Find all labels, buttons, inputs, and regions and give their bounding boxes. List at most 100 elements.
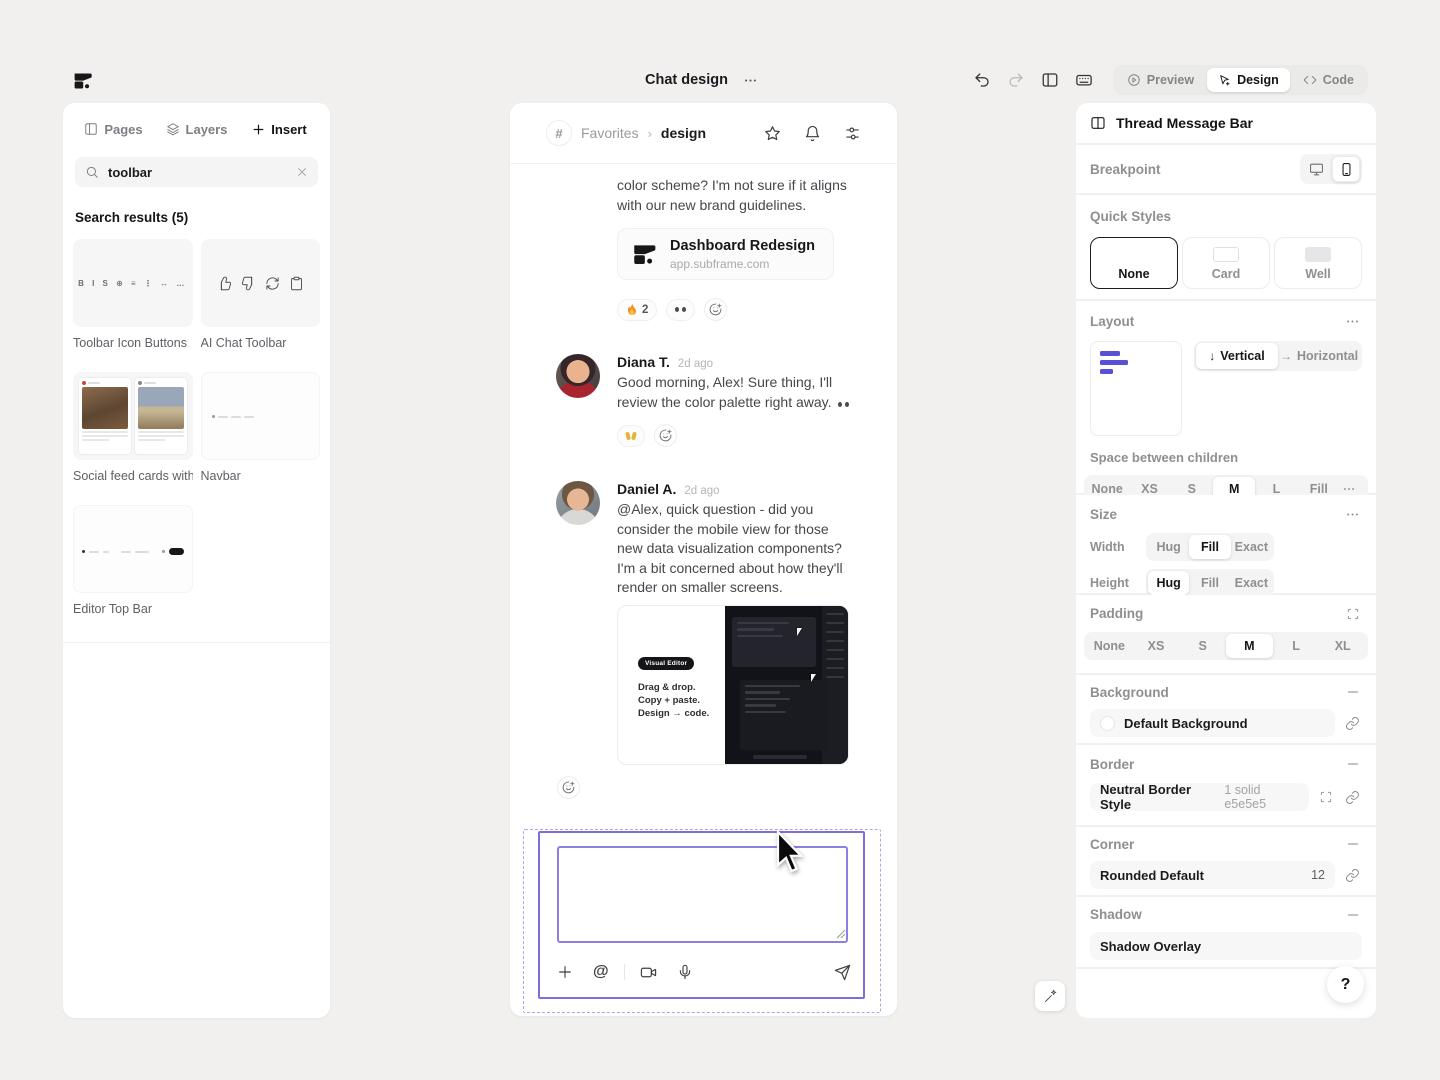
settings-sliders-icon[interactable] bbox=[841, 122, 863, 144]
toggle-left-panel-icon[interactable] bbox=[1037, 67, 1063, 93]
border-value-row[interactable]: Neutral Border Style 1 solid e5e5e5 bbox=[1090, 783, 1309, 811]
background-label: Background bbox=[1090, 685, 1169, 700]
breadcrumb-channel[interactable]: Favorites bbox=[581, 125, 639, 141]
subframe-logo-icon[interactable] bbox=[72, 70, 93, 91]
result-social-feed-cards[interactable]: Social feed cards with... bbox=[73, 372, 193, 483]
padding-option-l[interactable]: L bbox=[1273, 634, 1320, 658]
width-exact[interactable]: Exact bbox=[1231, 535, 1272, 559]
quick-style-well[interactable]: Well bbox=[1274, 237, 1362, 289]
height-exact[interactable]: Exact bbox=[1231, 571, 1272, 595]
search-input[interactable] bbox=[108, 165, 287, 180]
height-hug[interactable]: Hug bbox=[1148, 571, 1189, 595]
image-attachment[interactable]: Visual Editor Drag & drop. Copy + paste.… bbox=[617, 605, 849, 765]
layout-more-icon[interactable] bbox=[1343, 312, 1362, 331]
tab-pages[interactable]: Pages bbox=[72, 122, 155, 137]
message-input[interactable] bbox=[557, 846, 848, 943]
attachment-text-line: Copy + paste. bbox=[638, 694, 725, 707]
redo-icon[interactable] bbox=[1003, 67, 1029, 93]
attach-plus-icon[interactable] bbox=[557, 964, 573, 980]
padding-option-s[interactable]: S bbox=[1179, 634, 1226, 658]
magic-wand-button[interactable] bbox=[1035, 981, 1065, 1011]
tab-design[interactable]: Design bbox=[1207, 68, 1290, 92]
link-card-title: Dashboard Redesign bbox=[670, 237, 815, 255]
add-reaction-icon[interactable] bbox=[557, 776, 580, 799]
message-timestamp: 2d ago bbox=[684, 485, 719, 497]
app-window: Chat design Preview Design bbox=[0, 0, 1440, 1080]
star-icon[interactable] bbox=[761, 122, 783, 144]
document-more-icon[interactable] bbox=[740, 69, 762, 91]
tab-layers[interactable]: Layers bbox=[155, 122, 238, 137]
mention-icon[interactable]: @ bbox=[593, 964, 609, 980]
breakpoint-mobile-icon[interactable] bbox=[1332, 156, 1360, 182]
tab-code[interactable]: Code bbox=[1292, 68, 1365, 92]
add-reaction-icon[interactable] bbox=[704, 298, 727, 321]
reaction-fire[interactable]: 2 bbox=[617, 299, 657, 321]
border-link-icon[interactable] bbox=[1343, 788, 1362, 807]
border-label: Border bbox=[1090, 757, 1134, 772]
keyboard-shortcuts-icon[interactable] bbox=[1071, 67, 1097, 93]
quick-style-none[interactable]: None bbox=[1090, 237, 1178, 289]
reaction-eyes[interactable] bbox=[666, 299, 695, 321]
border-edges-icon[interactable] bbox=[1317, 788, 1335, 806]
layout-horizontal-button[interactable]: → Horizontal bbox=[1278, 343, 1360, 369]
size-label: Size bbox=[1090, 507, 1117, 522]
background-remove-icon[interactable] bbox=[1344, 683, 1362, 701]
result-toolbar-icon-buttons[interactable]: B I S ⊕ ≡ ⋮ ↔ … Toolbar Icon Buttons bbox=[73, 239, 193, 350]
padding-option-xs[interactable]: XS bbox=[1133, 634, 1180, 658]
padding-option-m[interactable]: M bbox=[1226, 634, 1273, 658]
arrow-right-icon: → bbox=[1280, 349, 1292, 363]
height-fill[interactable]: Fill bbox=[1189, 571, 1230, 595]
padding-option-xl[interactable]: XL bbox=[1319, 634, 1366, 658]
search-icon bbox=[85, 165, 99, 179]
corner-link-icon[interactable] bbox=[1343, 866, 1362, 885]
link-preview-card[interactable]: Dashboard Redesign app.subframe.com bbox=[617, 228, 834, 280]
library-panel: Pages Layers Insert Search results (5) B bbox=[63, 103, 330, 1018]
bell-icon[interactable] bbox=[801, 122, 823, 144]
shadow-value-row[interactable]: Shadow Overlay bbox=[1090, 932, 1362, 960]
layout-vertical-button[interactable]: ↓ Vertical bbox=[1196, 343, 1278, 369]
corner-value-row[interactable]: Rounded Default 12 bbox=[1090, 861, 1335, 889]
background-link-icon[interactable] bbox=[1343, 714, 1362, 733]
eyes-emoji bbox=[838, 402, 849, 407]
insert-button[interactable]: Insert bbox=[238, 122, 321, 137]
result-caption: Social feed cards with... bbox=[73, 469, 193, 483]
add-reaction-icon[interactable] bbox=[654, 424, 677, 447]
background-value-row[interactable]: Default Background bbox=[1090, 709, 1335, 737]
tab-preview[interactable]: Preview bbox=[1116, 68, 1205, 92]
composer-toolbar: @ bbox=[557, 955, 851, 989]
search-results-heading: Search results (5) bbox=[75, 210, 318, 225]
corner-radius-value: 12 bbox=[1311, 868, 1325, 882]
message-text-line: @Alex, quick question - did you bbox=[617, 500, 843, 520]
shadow-remove-icon[interactable] bbox=[1344, 906, 1362, 924]
layout-label: Layout bbox=[1090, 314, 1134, 329]
result-navbar[interactable]: Navbar bbox=[201, 372, 321, 483]
well-style-preview bbox=[1305, 247, 1331, 262]
breakpoint-desktop-icon[interactable] bbox=[1302, 156, 1330, 182]
send-icon[interactable] bbox=[834, 964, 851, 981]
attachment-badge: Visual Editor bbox=[638, 657, 694, 670]
breadcrumb-page[interactable]: design bbox=[661, 125, 706, 141]
result-editor-top-bar[interactable]: Editor Top Bar bbox=[73, 505, 193, 616]
reaction-raised-hands[interactable] bbox=[617, 425, 645, 447]
mic-icon[interactable] bbox=[677, 964, 693, 980]
border-remove-icon[interactable] bbox=[1344, 755, 1362, 773]
padding-label: Padding bbox=[1090, 606, 1143, 621]
width-fill[interactable]: Fill bbox=[1189, 535, 1230, 559]
padding-option-none[interactable]: None bbox=[1086, 634, 1133, 658]
quick-style-card[interactable]: Card bbox=[1182, 237, 1270, 289]
result-ai-chat-toolbar[interactable]: AI Chat Toolbar bbox=[201, 239, 321, 350]
clear-search-icon[interactable] bbox=[296, 166, 308, 178]
message-list: color scheme? I'm not sure if it aligns … bbox=[510, 164, 897, 799]
message-text-line: new data visualization components? bbox=[617, 539, 843, 559]
help-button[interactable]: ? bbox=[1327, 966, 1364, 1003]
search-field bbox=[75, 157, 318, 187]
undo-icon[interactable] bbox=[969, 67, 995, 93]
width-hug[interactable]: Hug bbox=[1148, 535, 1189, 559]
size-more-icon[interactable] bbox=[1343, 505, 1362, 524]
corner-remove-icon[interactable] bbox=[1344, 835, 1362, 853]
padding-edges-icon[interactable] bbox=[1344, 605, 1362, 623]
message-text-line: Good morning, Alex! Sure thing, I'll bbox=[617, 373, 849, 393]
thread-message-bar-component[interactable]: @ bbox=[538, 831, 865, 999]
attachment-text-line: Drag & drop. bbox=[638, 681, 725, 694]
video-icon[interactable] bbox=[640, 964, 657, 981]
